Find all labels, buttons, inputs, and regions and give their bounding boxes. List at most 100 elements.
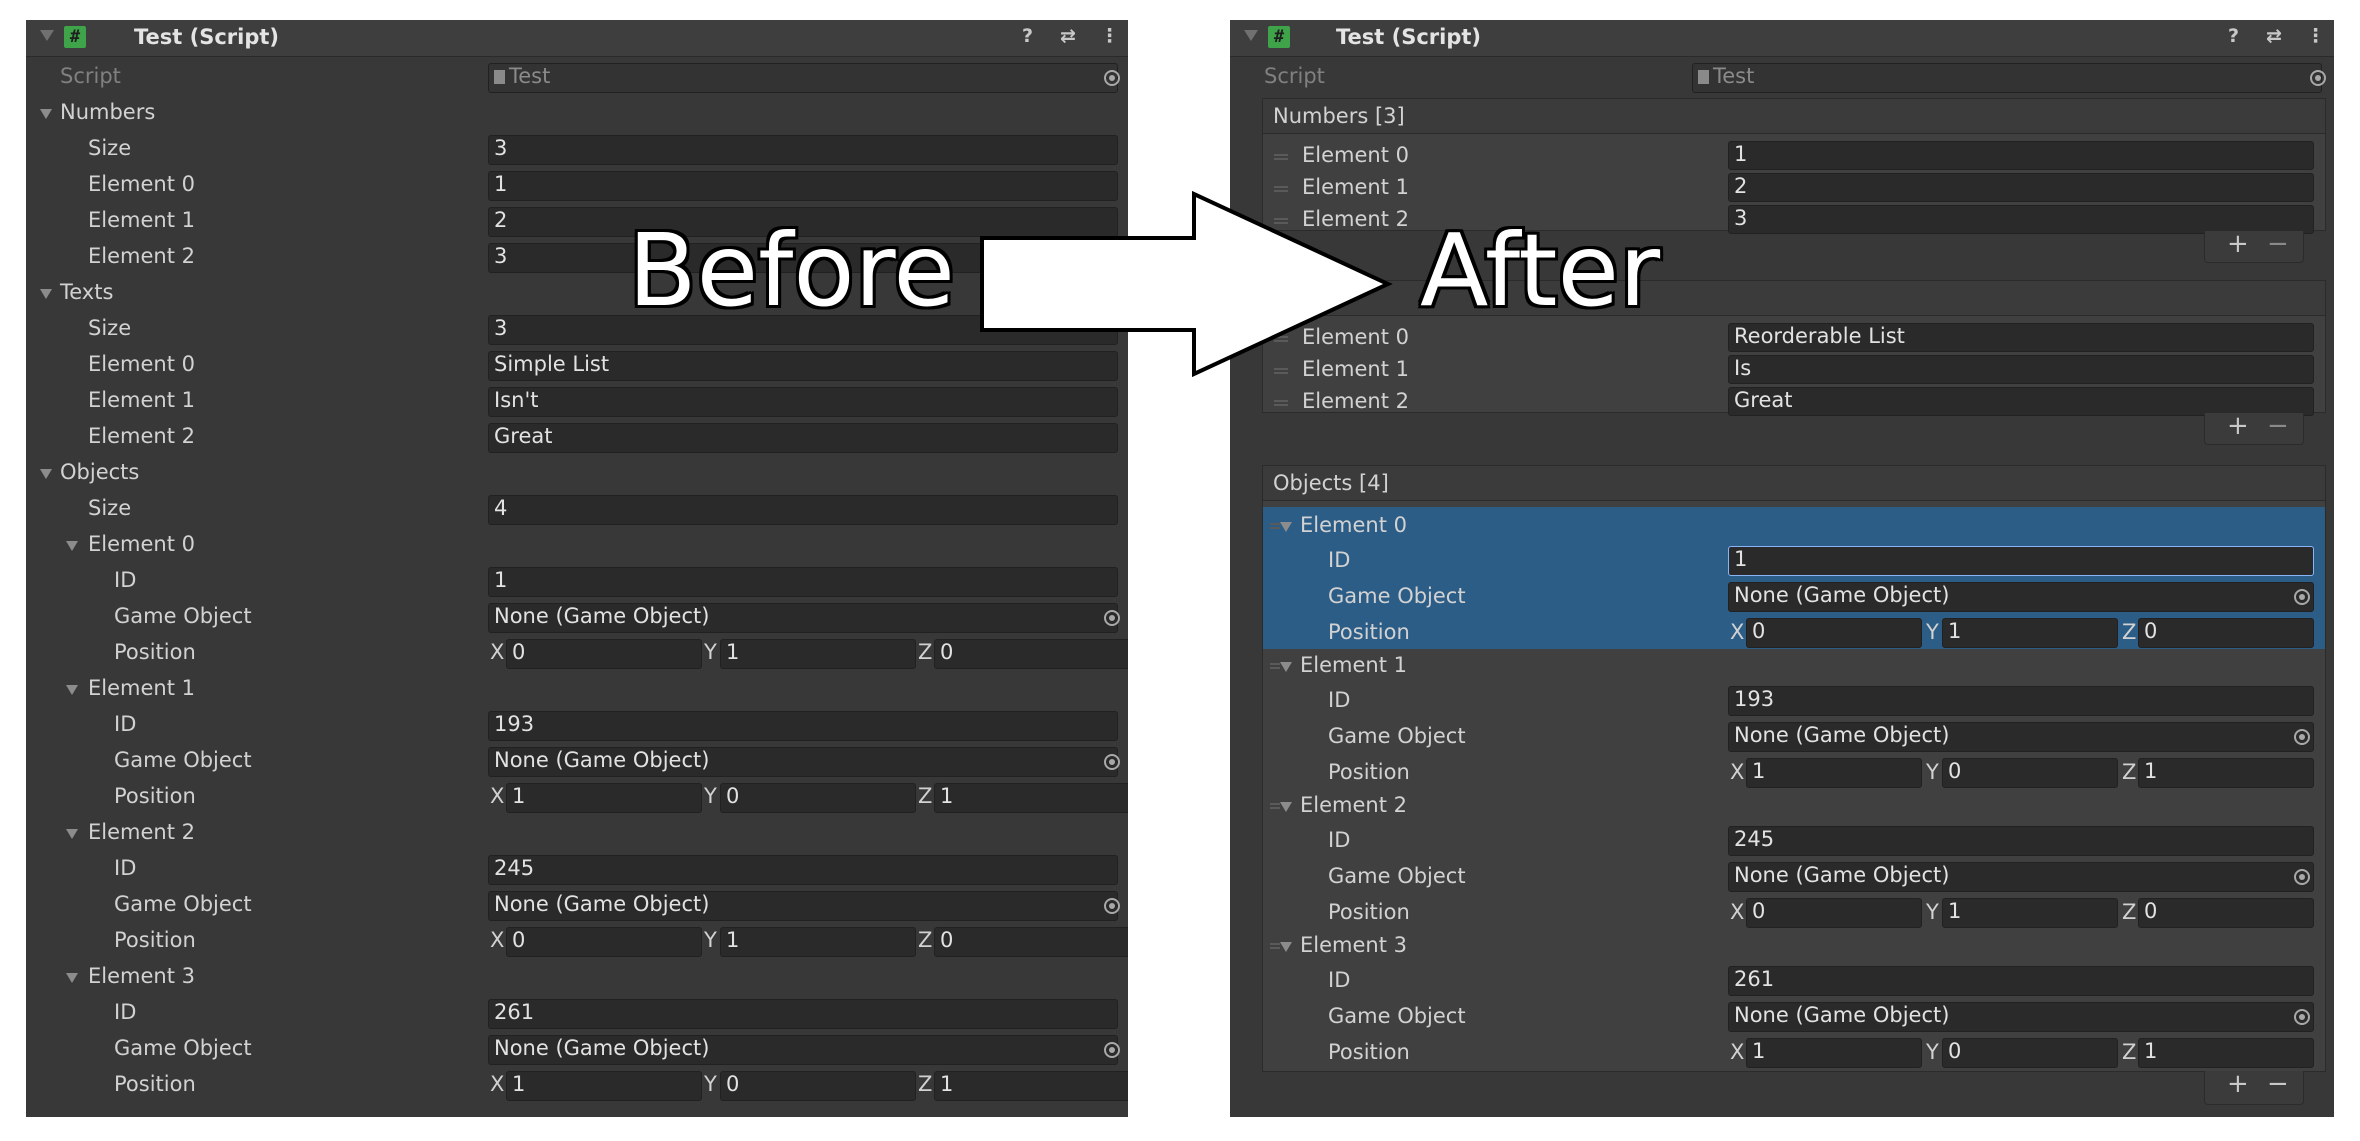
kebab-menu-icon[interactable]: ⋮: [2306, 25, 2325, 47]
id-field[interactable]: 261: [1728, 966, 2314, 996]
position-y-field[interactable]: 1: [1942, 618, 2118, 648]
position-z-field[interactable]: 0: [2138, 618, 2314, 648]
remove-element-button[interactable]: −: [2267, 229, 2289, 259]
foldout-arrow-icon[interactable]: [66, 541, 78, 551]
position-y-field[interactable]: 0: [1942, 1038, 2118, 1068]
position-y-field[interactable]: 0: [720, 783, 916, 813]
game-object-field[interactable]: None (Game Object): [488, 747, 1118, 777]
object-picker-icon[interactable]: [1104, 610, 1120, 626]
id-field[interactable]: 193: [1728, 686, 2314, 716]
fold-arrow-icon[interactable]: [1244, 30, 1258, 41]
position-x-field[interactable]: 0: [1746, 618, 1922, 648]
object-picker-icon[interactable]: [1104, 70, 1120, 86]
element-foldout[interactable]: Element 0: [1300, 513, 1407, 537]
element-foldout[interactable]: Element 2: [1300, 793, 1407, 817]
position-x-field[interactable]: 1: [1746, 758, 1922, 788]
element-foldout[interactable]: Element 0: [88, 532, 195, 556]
position-y-field[interactable]: 1: [720, 927, 916, 957]
id-field[interactable]: 1: [488, 567, 1118, 597]
preset-icon[interactable]: ⇄: [1060, 25, 1076, 47]
numbers-foldout[interactable]: Numbers: [60, 100, 155, 124]
id-field[interactable]: 245: [488, 855, 1118, 885]
foldout-arrow-icon[interactable]: [40, 469, 52, 479]
drag-handle-icon[interactable]: [1274, 154, 1288, 160]
game-object-field[interactable]: None (Game Object): [488, 1035, 1118, 1065]
numbers-element-field[interactable]: 2: [1728, 173, 2314, 202]
help-icon[interactable]: ?: [2228, 25, 2239, 47]
position-y-field[interactable]: 1: [1942, 898, 2118, 928]
object-picker-icon[interactable]: [1104, 754, 1120, 770]
foldout-arrow-icon[interactable]: [40, 109, 52, 119]
game-object-field[interactable]: None (Game Object): [1728, 582, 2314, 612]
game-object-field[interactable]: None (Game Object): [488, 603, 1118, 633]
position-x-field[interactable]: 1: [1746, 1038, 1922, 1068]
texts-element-field[interactable]: Is: [1728, 355, 2314, 384]
object-picker-icon[interactable]: [2294, 869, 2310, 885]
kebab-menu-icon[interactable]: ⋮: [1100, 25, 1119, 47]
numbers-list-header[interactable]: Numbers [3]: [1262, 98, 2326, 134]
position-z-field[interactable]: 0: [934, 927, 1128, 957]
foldout-arrow-icon[interactable]: [66, 829, 78, 839]
component-header[interactable]: # Test (Script) ? ⇄ ⋮: [26, 20, 1128, 57]
foldout-arrow-icon[interactable]: [66, 685, 78, 695]
texts-element-field[interactable]: Great: [488, 423, 1118, 453]
position-z-field[interactable]: 1: [934, 1071, 1128, 1101]
foldout-arrow-icon[interactable]: [66, 973, 78, 983]
object-picker-icon[interactable]: [2310, 70, 2326, 86]
remove-element-button[interactable]: −: [2267, 411, 2289, 441]
add-element-button[interactable]: +: [2227, 1069, 2249, 1099]
foldout-arrow-icon[interactable]: [1280, 802, 1292, 812]
position-z-field[interactable]: 1: [2138, 758, 2314, 788]
game-object-field[interactable]: None (Game Object): [488, 891, 1118, 921]
objects-foldout[interactable]: Objects: [60, 460, 139, 484]
element-foldout[interactable]: Element 3: [1300, 933, 1407, 957]
position-x-field[interactable]: 0: [506, 927, 702, 957]
position-z-field[interactable]: 0: [934, 639, 1128, 669]
remove-element-button[interactable]: −: [2267, 1069, 2289, 1099]
texts-element-field[interactable]: Isn't: [488, 387, 1118, 417]
foldout-arrow-icon[interactable]: [1280, 522, 1292, 532]
drag-handle-icon[interactable]: [1270, 803, 1280, 809]
element-foldout[interactable]: Element 1: [1300, 653, 1407, 677]
position-z-field[interactable]: 0: [2138, 898, 2314, 928]
objects-size-field[interactable]: 4: [488, 495, 1118, 525]
drag-handle-icon[interactable]: [1270, 943, 1280, 949]
element-foldout[interactable]: Element 3: [88, 964, 195, 988]
position-x-field[interactable]: 1: [506, 1071, 702, 1101]
foldout-arrow-icon[interactable]: [1280, 942, 1292, 952]
id-field[interactable]: 245: [1728, 826, 2314, 856]
component-header[interactable]: # Test (Script) ? ⇄ ⋮: [1230, 20, 2334, 57]
texts-element-field[interactable]: Reorderable List: [1728, 323, 2314, 352]
texts-foldout[interactable]: Texts: [60, 280, 113, 304]
position-x-field[interactable]: 0: [506, 639, 702, 669]
script-field[interactable]: Test: [1692, 63, 2322, 93]
position-x-field[interactable]: 1: [506, 783, 702, 813]
object-picker-icon[interactable]: [1104, 898, 1120, 914]
position-z-field[interactable]: 1: [934, 783, 1128, 813]
preset-icon[interactable]: ⇄: [2266, 25, 2282, 47]
position-z-field[interactable]: 1: [2138, 1038, 2314, 1068]
id-field[interactable]: 1: [1728, 546, 2314, 576]
add-element-button[interactable]: +: [2227, 229, 2249, 259]
game-object-field[interactable]: None (Game Object): [1728, 722, 2314, 752]
position-y-field[interactable]: 1: [720, 639, 916, 669]
game-object-field[interactable]: None (Game Object): [1728, 862, 2314, 892]
foldout-arrow-icon[interactable]: [1280, 662, 1292, 672]
object-picker-icon[interactable]: [2294, 589, 2310, 605]
fold-arrow-icon[interactable]: [40, 30, 54, 41]
foldout-arrow-icon[interactable]: [40, 289, 52, 299]
numbers-size-field[interactable]: 3: [488, 135, 1118, 165]
position-y-field[interactable]: 0: [720, 1071, 916, 1101]
id-field[interactable]: 261: [488, 999, 1118, 1029]
help-icon[interactable]: ?: [1022, 25, 1033, 47]
object-picker-icon[interactable]: [2294, 1009, 2310, 1025]
position-x-field[interactable]: 0: [1746, 898, 1922, 928]
drag-handle-icon[interactable]: [1270, 663, 1280, 669]
position-y-field[interactable]: 0: [1942, 758, 2118, 788]
objects-list-header[interactable]: Objects [4]: [1262, 465, 2326, 501]
script-field[interactable]: Test: [488, 63, 1118, 93]
object-picker-icon[interactable]: [1104, 1042, 1120, 1058]
id-field[interactable]: 193: [488, 711, 1118, 741]
drag-handle-icon[interactable]: [1270, 523, 1280, 529]
drag-handle-icon[interactable]: [1274, 400, 1288, 406]
